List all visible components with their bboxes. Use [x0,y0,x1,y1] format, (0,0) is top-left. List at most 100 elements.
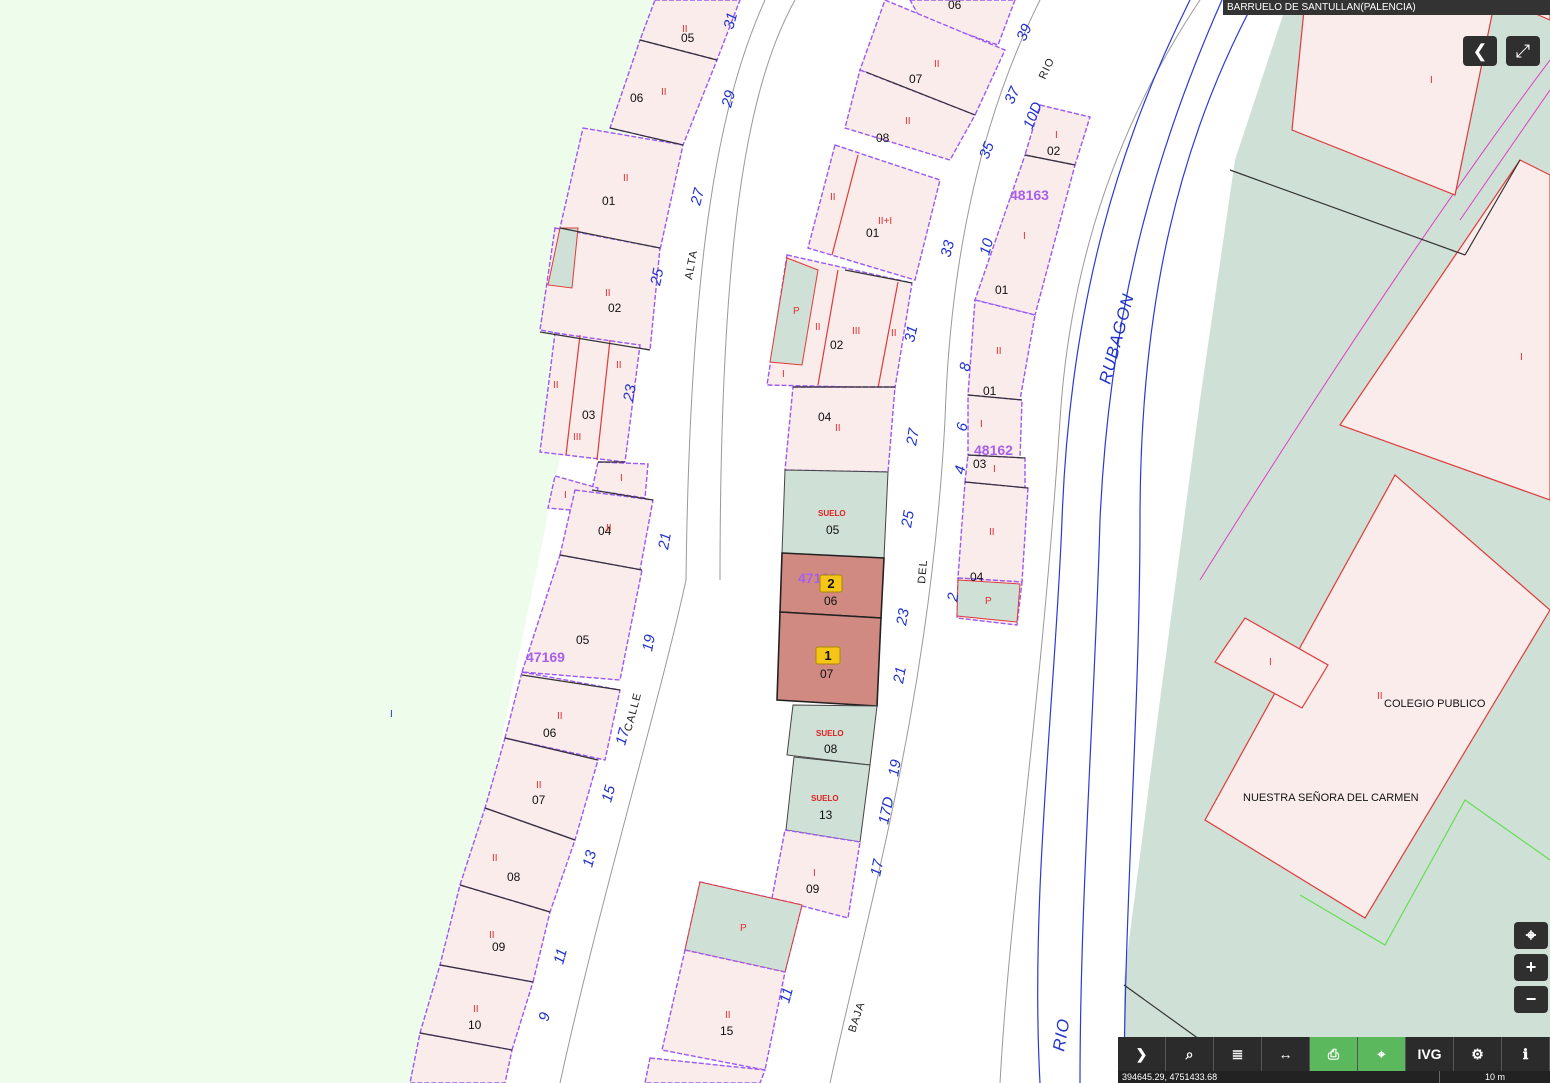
print-button[interactable]: ⎙ [1310,1037,1358,1071]
coordinates-readout: 394645.29, 4751433.68 [1122,1072,1218,1082]
info-icon: ℹ [1522,1045,1529,1062]
svg-text:08: 08 [824,742,838,756]
svg-text:07: 07 [820,667,834,681]
locate-button[interactable]: ⌖ [1514,922,1548,949]
svg-text:I: I [1055,130,1058,141]
svg-text:P: P [793,306,800,317]
svg-text:09: 09 [806,882,820,896]
svg-text:39: 39 [1013,21,1036,44]
green-land-area [0,0,655,1083]
svg-text:I: I [390,709,393,720]
svg-text:II: II [815,322,821,333]
svg-text:08: 08 [876,131,890,145]
svg-text:I: I [993,464,996,475]
svg-text:II: II [1377,691,1383,702]
print-icon: ⎙ [1327,1045,1340,1062]
svg-text:I: I [813,868,816,879]
zoom-out-button[interactable]: − [1514,986,1548,1013]
layers-button[interactable]: ≣ [1214,1037,1262,1071]
svg-text:RIO: RIO [1049,1017,1073,1053]
svg-text:11: 11 [776,986,796,1005]
tools-button[interactable]: ⚙ [1454,1037,1502,1071]
chevron-right-icon: ❯ [1135,1045,1148,1062]
fullscreen-button[interactable]: ⤢ [1506,36,1540,66]
svg-text:I: I [1520,352,1523,363]
center-parcel-row [644,0,1016,1083]
svg-text:31: 31 [901,324,921,344]
svg-text:II: II [996,346,1002,357]
search-button[interactable]: ⌕ [1166,1037,1214,1071]
svg-text:25: 25 [898,509,918,530]
svg-text:21: 21 [890,665,910,685]
svg-text:06: 06 [543,726,557,740]
svg-text:II+I: II+I [878,216,892,227]
svg-text:II: II [605,288,611,299]
svg-text:27: 27 [903,427,923,448]
svg-text:II: II [905,116,911,127]
svg-text:CALLE: CALLE [622,691,644,733]
svg-text:23: 23 [620,383,640,404]
svg-text:07: 07 [909,72,923,86]
measure-button[interactable]: ↔ [1262,1037,1310,1071]
parcel-info-button[interactable]: ⌖ [1358,1037,1406,1071]
svg-text:2: 2 [827,576,834,591]
zoom-in-button[interactable]: + [1514,954,1548,981]
svg-text:37: 37 [1001,84,1024,107]
status-bar: 394645.29, 4751433.68 10 m [1118,1071,1550,1083]
svg-text:13: 13 [579,848,600,869]
svg-text:21: 21 [655,531,675,551]
school-grounds [1124,15,1550,1083]
svg-text:NUESTRA SEÑORA DEL CARMEN: NUESTRA SEÑORA DEL CARMEN [1243,791,1419,804]
svg-text:03: 03 [582,408,596,422]
svg-text:01: 01 [995,283,1009,297]
tools-icon: ⚙ [1471,1045,1484,1062]
expand-icon: ⤢ [1515,41,1531,61]
svg-text:06: 06 [824,594,838,608]
svg-text:02: 02 [608,301,622,315]
svg-text:9: 9 [535,1010,554,1023]
svg-text:06: 06 [630,91,644,105]
svg-text:02: 02 [830,338,844,352]
svg-text:SUELO: SUELO [818,509,846,518]
ivg-label: IVG [1417,1046,1442,1062]
svg-text:SUELO: SUELO [811,794,839,803]
svg-text:SUELO: SUELO [816,729,844,738]
right-parcel-row [956,104,1091,626]
cadastral-map[interactable]: 05 06 01 02 03 04 05 06 07 08 09 10 06 0… [0,0,1550,1083]
ivg-button[interactable]: IVG [1406,1037,1454,1071]
expand-panel-button[interactable]: ❯ [1118,1037,1166,1071]
svg-text:ALTA: ALTA [683,249,700,281]
parcel-icon: ⌖ [1377,1045,1386,1062]
svg-text:II: II [661,87,667,98]
svg-text:I: I [782,369,785,380]
svg-text:09: 09 [492,940,506,954]
svg-text:I: I [564,490,567,501]
svg-text:I: I [1430,75,1433,86]
svg-text:13: 13 [819,808,833,822]
svg-text:II: II [835,423,841,434]
svg-text:II: II [725,1010,731,1021]
svg-text:48162: 48162 [974,442,1013,458]
svg-text:01: 01 [602,194,616,208]
svg-text:P: P [740,923,747,934]
svg-text:31: 31 [720,11,741,32]
scale-readout: 10 m [1439,1071,1550,1083]
svg-text:II: II [492,853,498,864]
collapse-button[interactable]: ❮ [1463,36,1497,66]
svg-text:01: 01 [866,226,880,240]
svg-text:P: P [985,596,992,607]
svg-text:1: 1 [824,648,831,663]
svg-text:06: 06 [948,0,962,12]
svg-text:17: 17 [867,857,887,877]
chevron-left-icon: ❮ [1472,41,1488,61]
svg-text:11: 11 [550,947,570,966]
svg-text:15: 15 [598,783,619,804]
svg-text:23: 23 [893,607,913,628]
svg-text:04: 04 [970,570,984,584]
info-button[interactable]: ℹ [1502,1037,1550,1071]
svg-text:II: II [682,24,688,35]
svg-text:01: 01 [983,384,997,398]
svg-text:33: 33 [937,238,958,259]
svg-text:15: 15 [720,1024,734,1038]
svg-text:I: I [1269,657,1272,668]
